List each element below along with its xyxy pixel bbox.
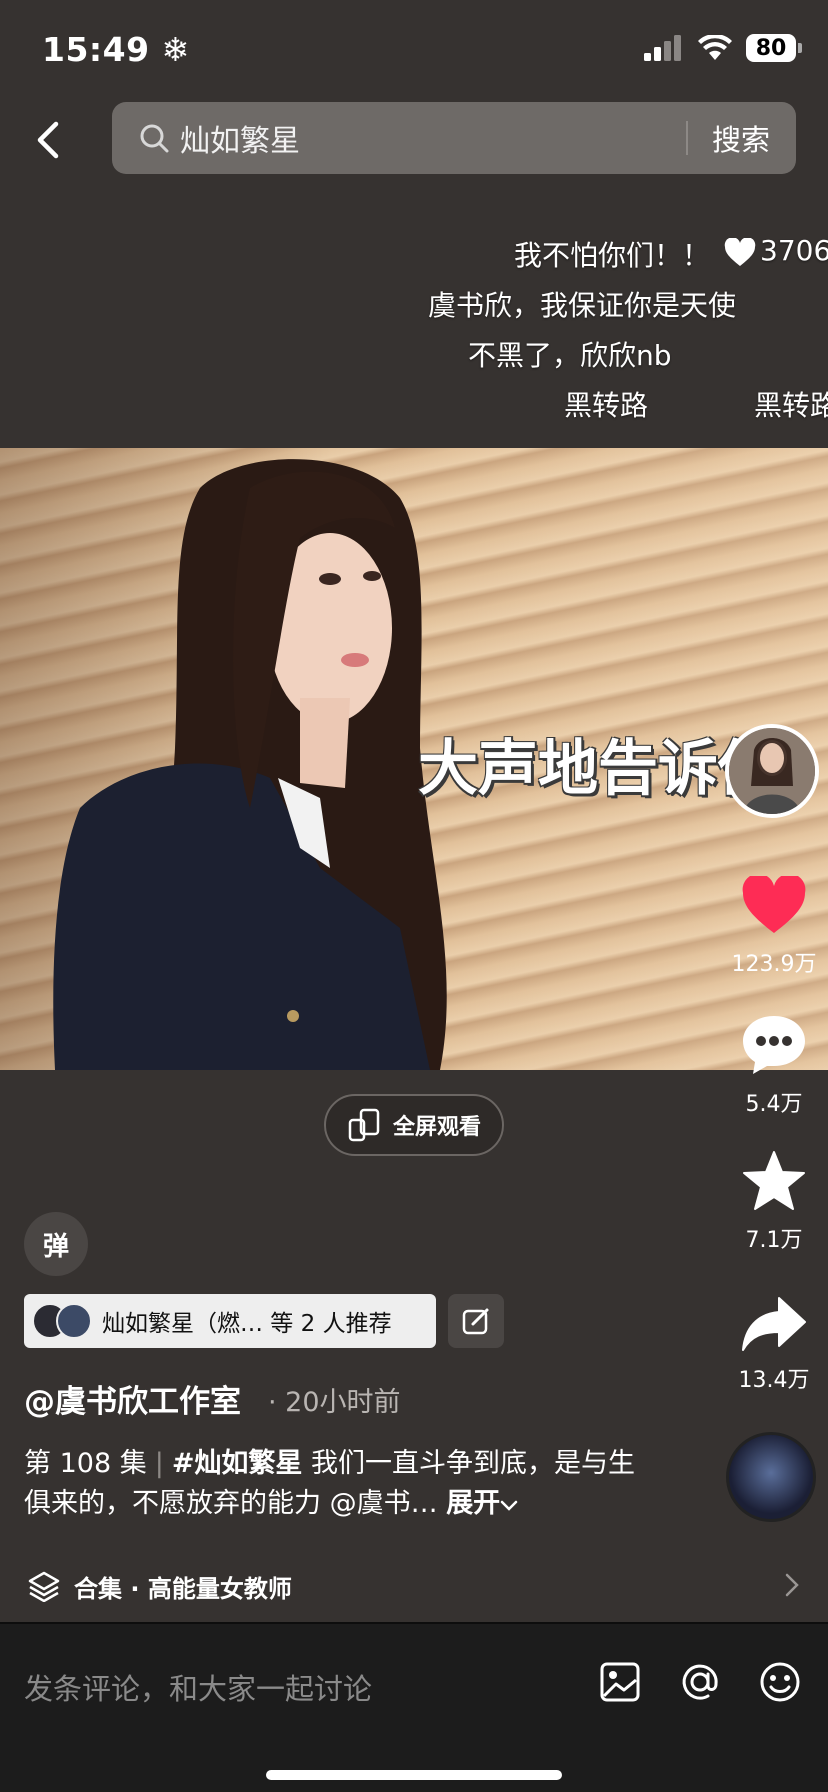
music-disc[interactable] [726, 1432, 816, 1522]
status-indicators: 80 [644, 34, 802, 62]
comment-input[interactable]: 发条评论，和大家一起讨论 [24, 1666, 372, 1708]
cellular-signal-icon [644, 35, 681, 61]
emoji-icon[interactable] [758, 1660, 802, 1704]
share-count: 13.4万 [738, 1368, 810, 1393]
comment-bar: 发条评论，和大家一起讨论 [0, 1622, 828, 1792]
star-icon [743, 1151, 805, 1210]
chevron-down-icon [500, 1500, 518, 1511]
like-action[interactable]: 123.9万 [724, 873, 824, 978]
collection-bar[interactable]: 合集 · 高能量女教师 [0, 1550, 828, 1622]
search-button[interactable]: 搜索 [712, 117, 770, 159]
layers-icon [28, 1571, 60, 1602]
heart-icon [742, 873, 806, 933]
rotate-screen-icon [348, 1108, 380, 1142]
home-indicator [266, 1770, 562, 1780]
search-icon [140, 124, 169, 153]
danmaku-toggle-label: 弹 [42, 1231, 69, 1262]
danmaku-toggle-button[interactable]: 弹 [24, 1212, 88, 1276]
battery-level: 80 [755, 35, 787, 61]
video-player[interactable]: 大声地告诉你 [0, 448, 828, 1070]
avatar [56, 1303, 92, 1339]
danmaku-comment: 不黑了，欣欣nb [468, 339, 672, 372]
creator-avatar[interactable] [725, 724, 819, 818]
post-description: 第 108 集 | #灿如繁星 我们一直斗争到底，是与生俱来的，不愿放弃的能力 @虞… [24, 1444, 644, 1524]
fullscreen-label: 全屏观看 [392, 1115, 481, 1140]
favorite-action[interactable]: 7.1万 [724, 1150, 824, 1254]
hashtag-link[interactable]: #灿如繁星 [172, 1448, 303, 1479]
image-icon[interactable] [598, 1660, 642, 1704]
collection-label: 合集 · 高能量女教师 [74, 1574, 292, 1603]
battery-indicator: 80 [746, 34, 802, 62]
comment-bubble-icon [743, 1016, 805, 1074]
status-time: 15:49 ❄ [42, 30, 190, 69]
favorite-count: 7.1万 [745, 1228, 803, 1253]
share-action[interactable]: 13.4万 [724, 1296, 824, 1394]
recommend-chip[interactable]: 灿如繁星（燃… 等 2 人推荐 [24, 1294, 436, 1348]
separator: | [154, 1448, 164, 1479]
share-arrow-icon [742, 1297, 806, 1351]
author-name[interactable]: @虞书欣工作室 [24, 1376, 241, 1421]
episode-number: 第 108 集 [24, 1448, 147, 1479]
danmaku-comment: 虞书欣，我保证你是天使 [428, 289, 737, 322]
danmaku-comment: 黑转路 [564, 389, 649, 422]
fullscreen-button[interactable]: 全屏观看 [324, 1094, 504, 1156]
heart-icon [724, 238, 756, 266]
like-count: 123.9万 [731, 952, 817, 977]
recommend-text: 灿如繁星（燃… 等 2 人推荐 [102, 1311, 392, 1337]
danmaku-comment: 黑转路 [754, 389, 828, 422]
search-input[interactable]: 灿如繁星 [180, 116, 686, 160]
expand-button[interactable]: 展开 [446, 1488, 500, 1519]
at-mention-icon[interactable] [678, 1660, 722, 1704]
recommender-avatars [32, 1303, 92, 1339]
danmaku-like-count: 3706 [760, 234, 828, 267]
chevron-right-icon [785, 1573, 799, 1597]
post-time: · 20小时前 [268, 1387, 401, 1418]
edit-button[interactable] [448, 1294, 504, 1348]
comment-action[interactable]: 5.4万 [724, 1014, 824, 1118]
edit-icon [462, 1308, 489, 1335]
back-arrow-icon[interactable] [28, 116, 68, 164]
wifi-icon [698, 35, 732, 60]
search-divider [685, 121, 688, 155]
video-subtitle: 大声地告诉你 [418, 734, 778, 804]
avatar-image [729, 728, 815, 814]
danmaku-comment: 我不怕你们！！ [514, 239, 711, 272]
comment-count: 5.4万 [745, 1092, 803, 1117]
search-bar[interactable]: 灿如繁星 搜索 [112, 102, 796, 174]
